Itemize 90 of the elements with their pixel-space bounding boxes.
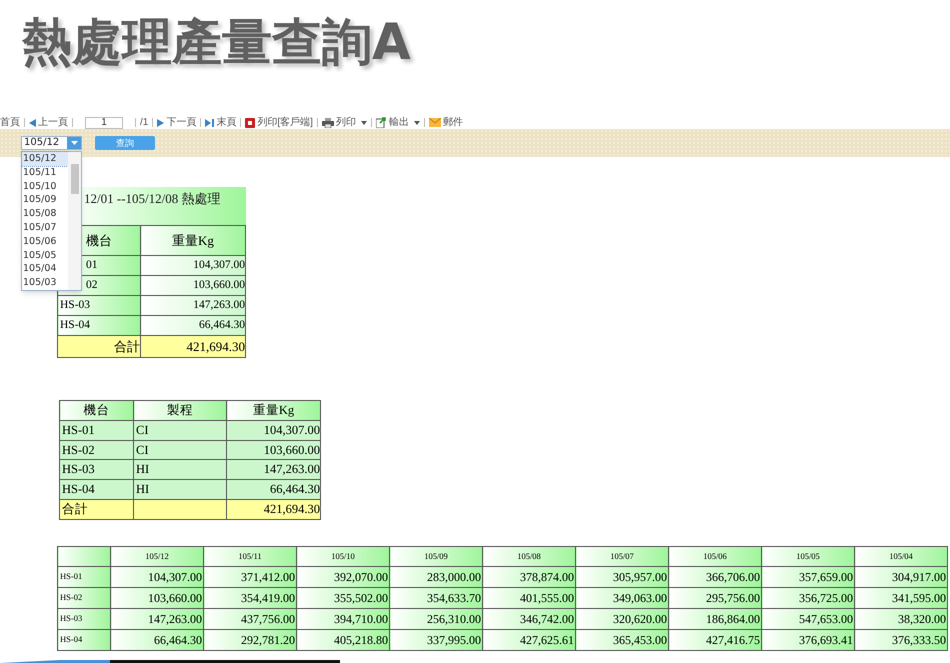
column-header: 機台 [60,400,134,420]
table-cell: 427,416.75 [668,629,762,650]
table-cell: 357,659.00 [762,566,854,587]
table-cell: 354,633.70 [390,587,482,608]
table-cell: 38,320.00 [854,608,948,629]
table-cell: HS-03 [58,296,140,316]
dropdown-option[interactable]: 105/12 [22,152,68,166]
column-header: 105/09 [390,546,482,566]
row-header: HS-04 [58,629,110,650]
table-cell: 401,555.00 [482,587,576,608]
last-icon [205,118,214,126]
table-cell: 354,419.00 [204,587,296,608]
table-cell: 437,756.00 [204,608,296,629]
column-header: 105/10 [296,546,390,566]
table-cell: 394,710.00 [296,608,390,629]
dropdown-arrow-icon [70,141,78,145]
previous-icon [29,118,36,126]
next-icon [157,118,164,126]
column-header: 105/12 [110,546,204,566]
table-cell: 376,693.41 [762,629,854,650]
table-cell: HI [134,480,226,500]
toolbar-button[interactable]: /1 [140,118,148,128]
table-cell: HS-01 [60,420,134,440]
table-cell: 66,464.30 [140,316,246,336]
table-cell: 378,874.00 [482,566,576,587]
dropdown-option[interactable]: 105/11 [22,166,68,180]
printer-icon [322,118,334,128]
toolbar-button[interactable]: 下一頁 [157,118,196,128]
toolbar-button[interactable]: 末頁 [205,118,236,128]
table-cell: 186,864.00 [668,608,762,629]
toolbar-button[interactable]: 列印[客戶端] [245,118,313,128]
column-header: 重量Kg [226,400,320,420]
table-cell: 283,000.00 [390,566,482,587]
toolbar-button[interactable]: 輸出 [376,117,420,128]
table-cell: 547,653.00 [762,608,854,629]
row-header: HS-03 [58,608,110,629]
table-cell: 341,595.00 [854,587,948,608]
toolbar-button[interactable]: 上一頁 [29,118,68,128]
column-header: 105/07 [576,546,668,566]
table-cell: 304,917.00 [854,566,948,587]
table-cell: 147,263.00 [110,608,204,629]
scrollbar[interactable] [68,152,81,290]
table-cell: 356,725.00 [762,587,854,608]
table-cell: HS-04 [60,480,134,500]
table-cell: 355,502.00 [296,587,390,608]
total-label: 合計 [58,336,140,358]
table-cell: 346,742.00 [482,608,576,629]
column-header: 105/11 [204,546,296,566]
toolbar-button[interactable]: 郵件 [428,118,463,128]
page-number-field[interactable]: 1 [85,116,123,128]
toolbar-button[interactable]: 列印 [322,118,367,128]
mail-icon [428,118,441,127]
table-cell: 295,756.00 [668,587,762,608]
table-cell: 292,781.20 [204,629,296,650]
table-cell: 365,453.00 [576,629,668,650]
table-cell: 104,307.00 [226,420,320,440]
table-cell: 337,995.00 [390,629,482,650]
total-label: 合計 [60,499,134,519]
total-value: 421,694.30 [140,336,246,358]
table-cell: 66,464.30 [226,480,320,500]
table-cell: 305,957.00 [576,566,668,587]
toolbar-button[interactable]: 首頁 [0,118,20,128]
table-cell: 392,070.00 [296,566,390,587]
column-header: 重量Kg [140,226,246,256]
slide-title: 熱處理產量查詢A [21,12,412,73]
table-cell: 427,625.61 [482,629,576,650]
total-value: 421,694.30 [226,499,320,519]
table-cell: 104,307.00 [140,256,246,276]
table-cell: 366,706.00 [668,566,762,587]
table-cell: 371,412.00 [204,566,296,587]
column-header: 105/05 [762,546,854,566]
table-cell: 376,333.50 [854,629,948,650]
table-cell: HS-04 [58,316,140,336]
table-cell: 256,310.00 [390,608,482,629]
table-cell: 349,063.00 [576,587,668,608]
row-header: HS-02 [58,587,110,608]
table-cell: 405,218.80 [296,629,390,650]
table-cell: 147,263.00 [140,296,246,316]
column-header: 105/06 [668,546,762,566]
table-cell: 103,660.00 [140,276,246,296]
column-header: 105/04 [854,546,948,566]
table-cell: 320,620.00 [576,608,668,629]
table-cell: 104,307.00 [110,566,204,587]
row-header: HS-01 [58,566,110,587]
table-cell: 103,660.00 [110,587,204,608]
column-header: 製程 [134,400,226,420]
month-select[interactable]: 105/12 [21,136,82,150]
table-cell: 66,464.30 [110,629,204,650]
column-header: 105/08 [482,546,576,566]
table-cell: CI [134,420,226,440]
